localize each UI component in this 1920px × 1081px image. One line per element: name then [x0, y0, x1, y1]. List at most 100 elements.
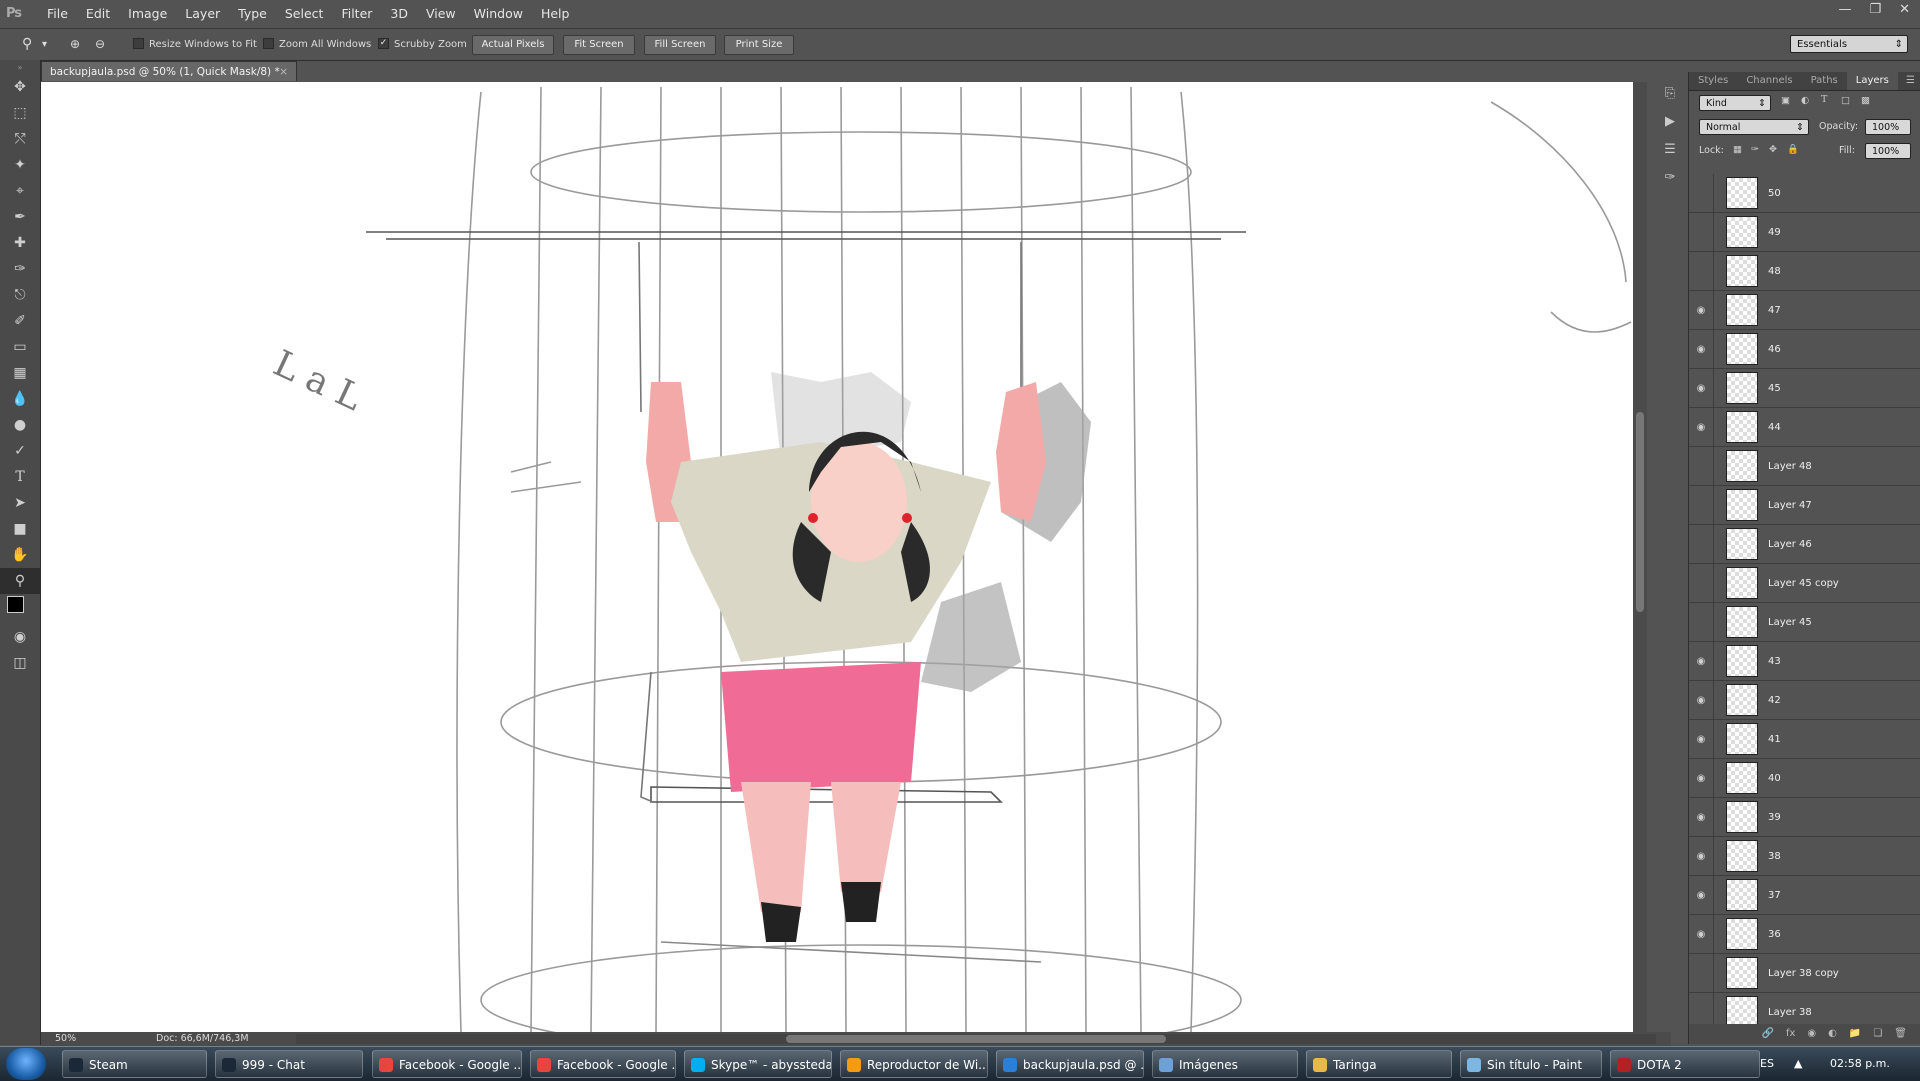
- foreground-color-swatch[interactable]: [7, 596, 24, 613]
- visibility-eye-icon[interactable]: [1689, 486, 1714, 524]
- taskbar-item[interactable]: Facebook - Google ...: [530, 1050, 676, 1078]
- visibility-eye-icon[interactable]: [1689, 954, 1714, 992]
- zoom-all-checkbox[interactable]: Zoom All Windows: [263, 36, 371, 53]
- layer-row[interactable]: Layer 48: [1689, 447, 1920, 486]
- healing-brush-tool-icon[interactable]: ✚: [0, 230, 40, 256]
- filter-smart-object-icon[interactable]: ▩: [1861, 95, 1870, 106]
- layer-row[interactable]: ◉ 44: [1689, 408, 1920, 447]
- visibility-eye-icon[interactable]: [1689, 603, 1714, 641]
- menu-edit[interactable]: Edit: [86, 0, 110, 28]
- adjustments-icon[interactable]: ☰: [1659, 142, 1681, 164]
- actions-play-icon[interactable]: ▶: [1659, 114, 1681, 136]
- visibility-eye-icon[interactable]: ◉: [1689, 798, 1714, 836]
- layer-row[interactable]: ◉ 36: [1689, 915, 1920, 954]
- horizontal-scroll-thumb[interactable]: [786, 1035, 1166, 1043]
- adjustment-layer-icon[interactable]: ◐: [1828, 1024, 1837, 1044]
- layer-row[interactable]: 50: [1689, 174, 1920, 213]
- toolbox-collapse-icon[interactable]: »: [0, 60, 40, 74]
- hand-tool-icon[interactable]: ✋: [0, 542, 40, 568]
- visibility-eye-icon[interactable]: ◉: [1689, 408, 1714, 446]
- document-canvas[interactable]: L a L: [41, 82, 1633, 1032]
- restore-icon[interactable]: ❐: [1869, 2, 1881, 17]
- panel-menu-icon[interactable]: ☰: [1906, 72, 1915, 90]
- menu-type[interactable]: Type: [238, 0, 267, 28]
- color-swatches[interactable]: [0, 594, 40, 624]
- type-tool-icon[interactable]: T: [0, 464, 40, 490]
- blend-mode-select[interactable]: Normal ⇕: [1699, 119, 1809, 135]
- blur-tool-icon[interactable]: 💧: [0, 386, 40, 412]
- visibility-eye-icon[interactable]: ◉: [1689, 291, 1714, 329]
- menu-3d[interactable]: 3D: [390, 0, 408, 28]
- taskbar-item[interactable]: Skype™ - abyssteda: [684, 1050, 832, 1078]
- quick-select-tool-icon[interactable]: ✦: [0, 152, 40, 178]
- fill-screen-button[interactable]: Fill Screen: [644, 35, 716, 55]
- taskbar-item[interactable]: Facebook - Google ...: [372, 1050, 522, 1078]
- shape-tool-icon[interactable]: ■: [0, 516, 40, 542]
- dodge-tool-icon[interactable]: ●: [0, 412, 40, 438]
- lasso-tool-icon[interactable]: ⤲: [0, 126, 40, 152]
- tab-paths[interactable]: Paths: [1802, 72, 1847, 90]
- layer-row[interactable]: Layer 45 copy: [1689, 564, 1920, 603]
- visibility-eye-icon[interactable]: [1689, 993, 1714, 1024]
- vertical-scrollbar[interactable]: [1633, 82, 1647, 1032]
- clone-stamp-tool-icon[interactable]: ⎋: [0, 282, 40, 308]
- brush-tool-icon[interactable]: ✑: [0, 256, 40, 282]
- gradient-tool-icon[interactable]: ▦: [0, 360, 40, 386]
- visibility-eye-icon[interactable]: [1689, 174, 1714, 212]
- filter-pixel-icon[interactable]: ▣: [1781, 95, 1790, 106]
- taskbar-item[interactable]: 999 - Chat: [215, 1050, 363, 1078]
- lock-transparent-icon[interactable]: ▦: [1733, 144, 1742, 155]
- fit-screen-button[interactable]: Fit Screen: [563, 35, 635, 55]
- filter-adjustment-icon[interactable]: ◐: [1801, 95, 1809, 106]
- marquee-tool-icon[interactable]: ⬚: [0, 100, 40, 126]
- layer-row[interactable]: ◉ 43: [1689, 642, 1920, 681]
- quick-mask-icon[interactable]: ◉: [0, 624, 40, 650]
- tab-layers[interactable]: Layers: [1846, 72, 1898, 90]
- fill-input[interactable]: 100%: [1865, 143, 1911, 159]
- visibility-eye-icon[interactable]: [1689, 213, 1714, 251]
- visibility-eye-icon[interactable]: ◉: [1689, 720, 1714, 758]
- layer-row[interactable]: 48: [1689, 252, 1920, 291]
- eyedropper-tool-icon[interactable]: ✒: [0, 204, 40, 230]
- menu-select[interactable]: Select: [285, 0, 324, 28]
- taskbar-item[interactable]: Reproductor de Wi...: [840, 1050, 988, 1078]
- taskbar-item[interactable]: backupjaula.psd @ ...: [996, 1050, 1144, 1078]
- visibility-eye-icon[interactable]: ◉: [1689, 330, 1714, 368]
- opacity-input[interactable]: 100%: [1865, 119, 1911, 135]
- move-tool-icon[interactable]: ✥: [0, 74, 40, 100]
- taskbar-item[interactable]: Steam: [62, 1050, 207, 1078]
- filter-shape-icon[interactable]: □: [1841, 95, 1850, 106]
- link-layers-icon[interactable]: 🔗: [1762, 1024, 1774, 1044]
- visibility-eye-icon[interactable]: ◉: [1689, 642, 1714, 680]
- menu-help[interactable]: Help: [541, 0, 570, 28]
- zoom-in-icon[interactable]: ⊕: [70, 36, 80, 53]
- pen-tool-icon[interactable]: ✓: [0, 438, 40, 464]
- workspace-select[interactable]: Essentials ⇕: [1790, 35, 1908, 53]
- lock-pixels-icon[interactable]: ✑: [1751, 144, 1759, 155]
- language-indicator[interactable]: ES: [1760, 1057, 1774, 1070]
- taskbar-item[interactable]: DOTA 2: [1610, 1050, 1760, 1078]
- menu-file[interactable]: File: [47, 0, 68, 28]
- menu-layer[interactable]: Layer: [185, 0, 220, 28]
- zoom-out-icon[interactable]: ⊖: [95, 36, 105, 53]
- path-selection-tool-icon[interactable]: ➤: [0, 490, 40, 516]
- actual-pixels-button[interactable]: Actual Pixels: [472, 35, 554, 55]
- visibility-eye-icon[interactable]: [1689, 447, 1714, 485]
- layer-row[interactable]: Layer 47: [1689, 486, 1920, 525]
- history-panel-icon[interactable]: ⎘: [1659, 86, 1681, 108]
- scrubby-zoom-checkbox[interactable]: ✓ Scrubby Zoom: [378, 36, 467, 53]
- eraser-tool-icon[interactable]: ▭: [0, 334, 40, 360]
- layer-style-icon[interactable]: fx: [1786, 1024, 1795, 1044]
- delete-layer-icon[interactable]: 🗑: [1894, 1024, 1907, 1044]
- tool-preset-chevron-icon[interactable]: ▾: [42, 36, 47, 53]
- new-layer-icon[interactable]: ❏: [1873, 1024, 1882, 1044]
- visibility-eye-icon[interactable]: ◉: [1689, 876, 1714, 914]
- new-group-icon[interactable]: 📁: [1849, 1024, 1861, 1044]
- crop-tool-icon[interactable]: ⌖: [0, 178, 40, 204]
- visibility-eye-icon[interactable]: ◉: [1689, 837, 1714, 875]
- tab-channels[interactable]: Channels: [1737, 72, 1801, 90]
- close-icon[interactable]: ✕: [1899, 2, 1910, 17]
- screen-mode-icon[interactable]: ◫: [0, 650, 40, 676]
- visibility-eye-icon[interactable]: ◉: [1689, 369, 1714, 407]
- tab-styles[interactable]: Styles: [1689, 72, 1737, 90]
